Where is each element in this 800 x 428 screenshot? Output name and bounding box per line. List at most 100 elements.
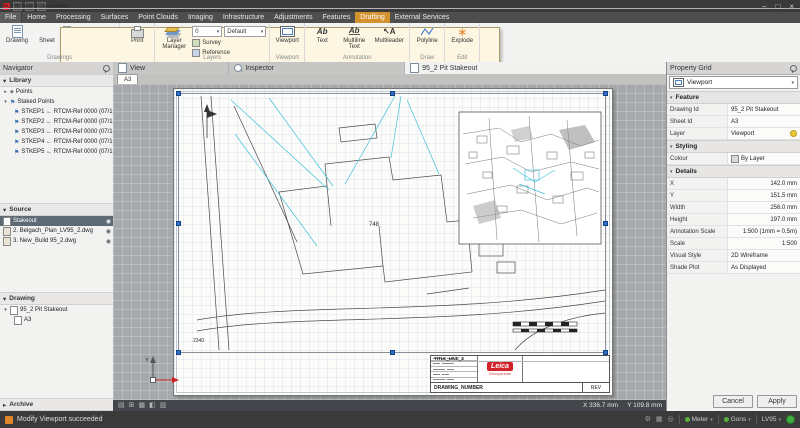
target-icon[interactable]: ◎ <box>667 415 673 425</box>
grid-toggle-icon[interactable]: ▦ <box>139 401 146 411</box>
view-tab-icon <box>118 63 127 73</box>
eye-icon[interactable]: ◉ <box>106 238 111 245</box>
eye-icon[interactable]: ◉ <box>106 228 111 235</box>
section-details[interactable]: ▾ Details <box>667 165 800 178</box>
section-library[interactable]: ▾ Library <box>0 74 113 87</box>
tree-item-new-build[interactable]: 3. New_Build 95_2.dwg ◉ <box>0 236 113 246</box>
tab-file[interactable]: File <box>0 12 22 23</box>
print-button[interactable]: Print <box>123 24 151 44</box>
save-icon[interactable] <box>13 2 22 11</box>
layer-visibility-icon[interactable] <box>790 130 797 137</box>
tab-imaging[interactable]: Imaging <box>183 12 218 23</box>
viewport-handle[interactable] <box>390 350 395 355</box>
tab-infrastructure[interactable]: Infrastructure <box>218 12 269 23</box>
eye-icon[interactable]: ◉ <box>106 218 111 225</box>
rev-cell: REV <box>583 383 609 392</box>
tree-item-stkep3[interactable]: ⚑ STKEP3 ← RTCM-Ref 0000 (07/16) <box>0 127 113 137</box>
multiline-text-button[interactable]: Ab Multiline Text <box>338 24 370 50</box>
property-row-shade-plot[interactable]: Shade Plot As Displayed <box>667 262 800 274</box>
sheet-tab-a3[interactable]: A3 <box>117 74 138 84</box>
tree-item-sheet-a3[interactable]: A3 <box>0 315 113 325</box>
viewport[interactable]: 748 2340 <box>178 93 606 353</box>
polyline-button[interactable]: Polyline <box>413 24 441 44</box>
angle-unit-select[interactable]: Gons ▾ <box>724 416 751 423</box>
tab-processing[interactable]: Processing <box>51 12 96 23</box>
drawings-group-label: Drawings <box>0 55 119 61</box>
section-feature[interactable]: ▾ Feature <box>667 91 800 104</box>
tab-drawing-stakeout[interactable]: 95_2 Pit Stakeout <box>405 62 667 74</box>
pin-icon[interactable] <box>103 65 110 72</box>
property-row-annotation-scale[interactable]: Annotation Scale 1:500 (1mm = 0.5m) <box>667 226 800 238</box>
property-row-x[interactable]: X 142.0 mm <box>667 178 800 190</box>
layout-icon[interactable]: ◧ <box>149 401 156 411</box>
viewport-handle[interactable] <box>176 221 181 226</box>
tree-item-points[interactable]: ▸ ◆ Points <box>0 87 113 97</box>
undo-icon[interactable] <box>25 2 34 11</box>
tree-item-belgach-plan[interactable]: 2. Belgach_Plan_LV95_2.dwg ◉ <box>0 226 113 236</box>
section-source[interactable]: ▾ Source <box>0 203 113 216</box>
section-styling[interactable]: ▾ Styling <box>667 140 800 153</box>
viewport-handle[interactable] <box>390 91 395 96</box>
scale-bar <box>513 322 577 332</box>
snap-toggle-icon[interactable]: ▥ <box>160 401 167 411</box>
tree-item-stakeout[interactable]: Stakeout ◉ <box>0 216 113 226</box>
tab-view[interactable]: View <box>113 62 229 74</box>
tab-point-clouds[interactable]: Point Clouds <box>133 12 183 23</box>
drawing-button[interactable]: Drawing <box>3 24 31 44</box>
sheet-button[interactable]: Sheet <box>33 24 61 44</box>
grid-icon[interactable]: ▦ <box>656 415 663 425</box>
property-row-width[interactable]: Width 256.0 mm <box>667 202 800 214</box>
tab-adjustments[interactable]: Adjustments <box>269 12 318 23</box>
apply-button[interactable]: Apply <box>757 395 797 408</box>
close-button[interactable]: × <box>789 2 794 11</box>
cancel-button[interactable]: Cancel <box>713 395 753 408</box>
viewport-button[interactable]: Viewport <box>273 24 301 44</box>
property-row-layer[interactable]: Layer Viewport <box>667 128 800 140</box>
section-drawing[interactable]: ▾ Drawing <box>0 292 113 305</box>
section-archive[interactable]: ▸ Archive <box>0 398 113 411</box>
explode-button[interactable]: ∗ Explode <box>448 24 476 44</box>
tree-item-stkep5[interactable]: ⚑ STKEP5 ← RTCM-Ref 0000 (07/16) <box>0 147 113 157</box>
gear-icon[interactable]: ⚙ <box>645 415 651 425</box>
tab-features[interactable]: Features <box>318 12 356 23</box>
tab-home[interactable]: Home <box>22 12 51 23</box>
ribbon-group-viewport: Viewport Viewport <box>270 23 305 62</box>
tree-item-stkep4[interactable]: ⚑ STKEP4 ← RTCM-Ref 0000 (07/16) <box>0 137 113 147</box>
crs-select[interactable]: LV95 ▾ <box>762 416 781 423</box>
canvas-toolbar: ▤ ⊞ ▦ ◧ ▥ X 336.7 mm Y 109.8 mm <box>113 400 667 411</box>
property-row-visual-style[interactable]: Visual Style 2D Wireframe <box>667 250 800 262</box>
viewport-handle[interactable] <box>603 91 608 96</box>
tree-item-stkep2[interactable]: ⚑ STKEP2 ← RTCM-Ref 0000 (07/16) <box>0 117 113 127</box>
zoom-window-icon[interactable]: ⊞ <box>129 401 135 411</box>
property-row-height[interactable]: Height 197.0 mm <box>667 214 800 226</box>
pin-icon[interactable] <box>790 65 797 72</box>
text-button[interactable]: Ab Text <box>308 24 336 44</box>
layer-select[interactable]: 0 ▾ <box>192 26 222 37</box>
tree-item-stkep1[interactable]: ⚑ STKEP1 ← RTCM-Ref 0000 (07/16) <box>0 107 113 117</box>
tree-item-drawing-stakeout[interactable]: ▾ 95_2 Pit Stakeout <box>0 305 113 315</box>
property-row-y[interactable]: Y 151.5 mm <box>667 190 800 202</box>
layer-style-select[interactable]: Default ▾ <box>224 26 266 37</box>
layer-manager-icon <box>164 27 180 32</box>
chevron-down-icon: ▾ <box>217 29 220 35</box>
layer-manager-button[interactable]: Layer Manager <box>158 24 190 50</box>
drawing-canvas[interactable]: 748 2340 <box>113 84 667 400</box>
tree-item-staked-points[interactable]: ▾ ⚑ Staked Points <box>0 97 113 107</box>
length-unit-select[interactable]: Meter ▾ <box>685 416 713 423</box>
redo-icon[interactable] <box>37 2 46 11</box>
zoom-fit-icon[interactable]: ▤ <box>118 401 125 411</box>
survey-layer-toggle[interactable]: Survey <box>192 38 266 47</box>
viewport-selector[interactable]: Viewport ▾ <box>669 76 798 89</box>
property-grid-title: Property Grid <box>670 65 712 72</box>
tab-external-services[interactable]: External Services <box>390 12 454 23</box>
tab-inspector[interactable]: Inspector <box>229 62 405 74</box>
viewport-handle[interactable] <box>603 221 608 226</box>
maximize-button[interactable]: □ <box>775 2 780 11</box>
minimize-button[interactable]: – <box>762 2 766 11</box>
viewport-handle[interactable] <box>176 91 181 96</box>
property-row-colour[interactable]: Colour By Layer <box>667 153 800 165</box>
property-row-scale[interactable]: Scale 1:500 <box>667 238 800 250</box>
multileader-button[interactable]: ↖A Multileader <box>372 24 406 44</box>
tab-surfaces[interactable]: Surfaces <box>96 12 134 23</box>
tab-drafting[interactable]: Drafting <box>355 12 390 23</box>
